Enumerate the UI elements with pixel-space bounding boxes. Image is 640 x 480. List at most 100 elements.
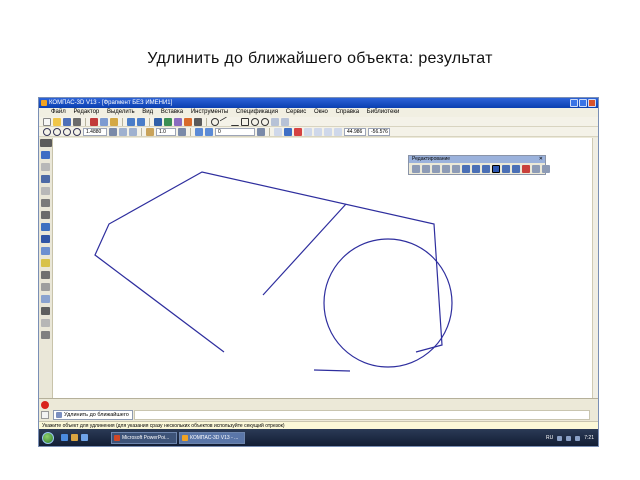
menu-select[interactable]: Выделить bbox=[107, 109, 135, 115]
delete-icon[interactable] bbox=[522, 165, 530, 173]
menu-view[interactable]: Вид bbox=[142, 109, 153, 115]
taskbar-powerpoint[interactable]: Microsoft PowerPoi... bbox=[111, 432, 177, 444]
menu-specification[interactable]: Спецификация bbox=[236, 109, 278, 115]
undo-icon[interactable] bbox=[127, 117, 135, 126]
break-icon[interactable] bbox=[482, 165, 490, 173]
round-icon[interactable] bbox=[324, 127, 332, 136]
spec-icon[interactable] bbox=[41, 247, 50, 255]
snap-settings-icon[interactable] bbox=[284, 127, 292, 136]
maximize-button[interactable] bbox=[579, 99, 587, 107]
zoom-out-icon[interactable] bbox=[53, 127, 61, 136]
edit-panel-close-icon[interactable]: ✕ bbox=[539, 156, 543, 163]
zoom-field[interactable]: 1.4880 bbox=[83, 127, 107, 136]
stop-command-icon[interactable] bbox=[41, 401, 49, 409]
ortho-icon[interactable] bbox=[281, 117, 289, 126]
split-icon[interactable] bbox=[502, 165, 510, 173]
parametrization-icon[interactable] bbox=[41, 199, 50, 207]
circle-tool-icon[interactable] bbox=[211, 117, 219, 126]
refresh-icon[interactable] bbox=[129, 127, 137, 136]
dimensions-panel-icon[interactable] bbox=[41, 163, 50, 171]
show-desktop-icon[interactable] bbox=[81, 434, 88, 441]
select-icon[interactable] bbox=[41, 223, 50, 231]
deform-icon[interactable] bbox=[462, 165, 470, 173]
layer-field[interactable]: 0 bbox=[215, 127, 255, 136]
save-icon[interactable] bbox=[63, 117, 71, 126]
new-document-icon[interactable] bbox=[43, 117, 51, 126]
macro-icon[interactable] bbox=[41, 283, 50, 291]
manager-icon[interactable] bbox=[154, 117, 162, 126]
coord-y-field[interactable]: -56.576 bbox=[368, 127, 390, 136]
equidistant-icon[interactable] bbox=[532, 165, 540, 173]
snap-icon[interactable] bbox=[261, 117, 269, 126]
vertical-scrollbar[interactable] bbox=[592, 138, 598, 398]
fillet-icon[interactable] bbox=[512, 165, 520, 173]
layer-dropdown-icon[interactable] bbox=[257, 127, 265, 136]
line-tool-icon[interactable] bbox=[231, 118, 239, 126]
ellipse-tool-icon[interactable] bbox=[251, 117, 259, 126]
edit-panel-header[interactable]: Редактирование ✕ bbox=[409, 156, 545, 163]
report-icon[interactable] bbox=[41, 259, 50, 267]
library-icon[interactable] bbox=[164, 117, 172, 126]
grid-toggle-icon[interactable] bbox=[304, 127, 312, 136]
menu-tools[interactable]: Инструменты bbox=[191, 109, 228, 115]
line-scale-field[interactable]: 1.0 bbox=[156, 127, 176, 136]
drawing-canvas[interactable] bbox=[53, 138, 593, 398]
copy-objects-icon[interactable] bbox=[452, 165, 460, 173]
rectangle-tool-icon[interactable] bbox=[241, 117, 249, 126]
measure-icon[interactable] bbox=[41, 211, 50, 219]
command-help-icon[interactable] bbox=[41, 411, 49, 419]
scale-icon[interactable] bbox=[432, 165, 440, 173]
paste-icon[interactable] bbox=[110, 117, 118, 126]
table-icon[interactable] bbox=[41, 319, 50, 327]
arc-tool-icon[interactable] bbox=[219, 116, 231, 127]
minimize-button[interactable] bbox=[570, 99, 578, 107]
toolbar-grip[interactable] bbox=[39, 139, 52, 147]
explode-icon[interactable] bbox=[542, 165, 550, 173]
cursor-icon[interactable] bbox=[274, 127, 282, 136]
explorer-icon[interactable] bbox=[71, 434, 78, 441]
extend-to-nearest-icon[interactable] bbox=[492, 165, 500, 173]
extended-segment[interactable] bbox=[262, 203, 347, 296]
layer-state-icon[interactable] bbox=[205, 127, 213, 136]
variables-icon[interactable] bbox=[174, 117, 182, 126]
move-icon[interactable] bbox=[412, 165, 420, 173]
drawing-icon[interactable] bbox=[41, 307, 50, 315]
zoom-in-icon[interactable] bbox=[43, 127, 51, 136]
clock[interactable]: 7:21 bbox=[584, 435, 594, 441]
connecting-segment[interactable] bbox=[313, 369, 351, 372]
open-folder-icon[interactable] bbox=[53, 117, 61, 126]
layers-icon[interactable] bbox=[195, 127, 203, 136]
menu-help[interactable]: Справка bbox=[336, 109, 360, 115]
help-icon[interactable] bbox=[194, 117, 202, 126]
print-icon[interactable] bbox=[73, 117, 81, 126]
insert-icon[interactable] bbox=[41, 271, 50, 279]
pan-icon[interactable] bbox=[119, 127, 127, 136]
language-indicator[interactable]: RU bbox=[546, 435, 553, 441]
coord-x-field[interactable]: 44.986 bbox=[344, 127, 366, 136]
cut-icon[interactable] bbox=[90, 117, 98, 126]
associative-view-icon[interactable] bbox=[41, 235, 50, 243]
edit-panel-icon[interactable] bbox=[41, 187, 50, 195]
security-icon[interactable] bbox=[575, 435, 581, 441]
close-button[interactable] bbox=[588, 99, 596, 107]
menu-file[interactable]: Файл bbox=[51, 109, 66, 115]
menu-window[interactable]: Окно bbox=[314, 109, 328, 115]
menu-insert[interactable]: Вставка bbox=[161, 109, 183, 115]
geometry-panel-icon[interactable] bbox=[41, 151, 50, 159]
taskbar-kompas[interactable]: КОМПАС-3D V13 - ... bbox=[179, 432, 245, 444]
command-tab[interactable]: Удлинить до ближайшего bbox=[53, 410, 133, 420]
menu-editor[interactable]: Редактор bbox=[73, 109, 99, 115]
scale-dropdown-icon[interactable] bbox=[178, 127, 186, 136]
zoom-dropdown-icon[interactable] bbox=[109, 127, 117, 136]
zoom-window-icon[interactable] bbox=[63, 127, 71, 136]
menu-libraries[interactable]: Библиотеки bbox=[367, 109, 400, 115]
copy-icon[interactable] bbox=[100, 117, 108, 126]
outline-polyline[interactable] bbox=[94, 171, 443, 353]
network-icon[interactable] bbox=[557, 435, 563, 441]
rotate-icon[interactable] bbox=[422, 165, 430, 173]
local-snap-icon[interactable] bbox=[294, 127, 302, 136]
trim-icon[interactable] bbox=[472, 165, 480, 173]
start-button[interactable] bbox=[42, 432, 54, 444]
grid-icon[interactable] bbox=[271, 117, 279, 126]
symmetry-icon[interactable] bbox=[442, 165, 450, 173]
